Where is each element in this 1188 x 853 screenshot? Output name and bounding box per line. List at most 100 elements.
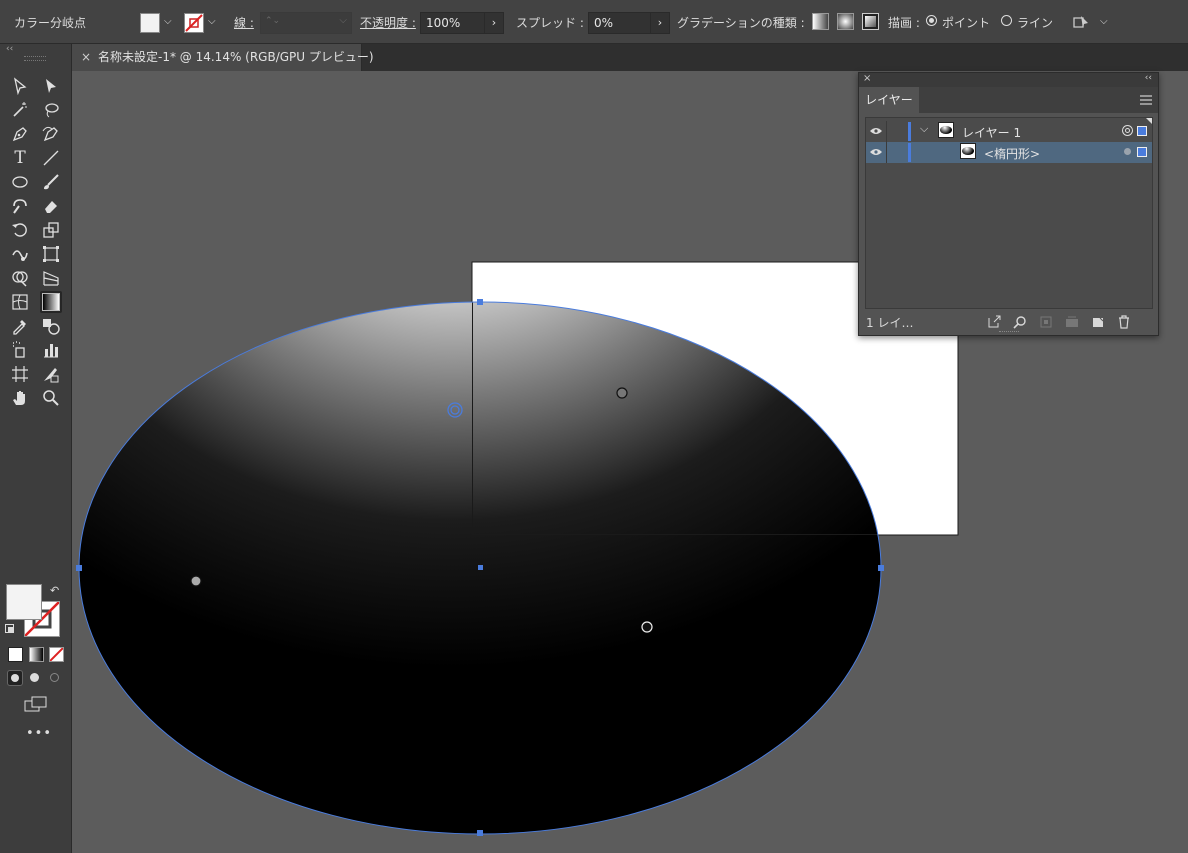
gradient-point[interactable] — [641, 621, 653, 633]
gradient-point[interactable] — [190, 575, 202, 587]
visibility-eye-icon[interactable] — [870, 148, 882, 156]
eraser-icon[interactable] — [40, 195, 62, 217]
collapse-tools-icon[interactable]: ‹‹ — [6, 44, 13, 54]
column-graph-icon[interactable] — [40, 339, 62, 361]
perspective-icon[interactable] — [40, 267, 62, 289]
slice-icon[interactable] — [40, 363, 62, 385]
blend-icon[interactable] — [40, 315, 62, 337]
line-option-label[interactable]: ライン — [1017, 14, 1053, 31]
hand-icon[interactable] — [9, 387, 31, 409]
freeform-gradient-button[interactable] — [862, 13, 879, 30]
panel-options-dropdown-icon[interactable]: ⌵ — [1100, 16, 1108, 27]
gradient-icon[interactable] — [40, 291, 62, 313]
pen-icon[interactable] — [9, 123, 31, 145]
none-stroke-icon — [185, 14, 203, 32]
panel-header[interactable]: × ‹‹ — [859, 73, 1158, 87]
panel-options-icon[interactable] — [1072, 13, 1092, 31]
shaper-icon[interactable] — [9, 195, 31, 217]
magic-wand-icon[interactable] — [9, 99, 31, 121]
eyedropper-icon[interactable] — [9, 315, 31, 337]
lasso-icon[interactable] — [40, 99, 62, 121]
anchor-top[interactable] — [477, 299, 483, 305]
tab-layers[interactable]: レイヤー — [859, 87, 919, 113]
anchor-bottom[interactable] — [477, 830, 483, 836]
stroke-dropdown-icon[interactable]: ⌵ — [208, 16, 216, 27]
control-bar: カラー分岐点 ⌵ ⌵ 線 : ⌃⌄ ⌵ 不透明度 : 100% › スプレッド … — [0, 0, 1188, 44]
color-mode-button[interactable] — [8, 647, 23, 662]
draw-behind-icon[interactable] — [28, 671, 42, 685]
panel-menu-icon[interactable] — [1140, 95, 1152, 105]
panel-resize-grip[interactable] — [999, 331, 1019, 334]
new-layer-icon[interactable] — [1091, 315, 1105, 329]
opacity-label[interactable]: 不透明度 : — [360, 14, 416, 31]
selected-art-indicator[interactable] — [1137, 147, 1147, 157]
direct-selection-icon[interactable] — [40, 75, 62, 97]
document-tab[interactable]: × 名称未設定-1* @ 14.14% (RGB/GPU プレビュー) — [72, 44, 374, 71]
free-transform-icon[interactable] — [40, 243, 62, 265]
point-radio[interactable] — [926, 15, 937, 26]
type-icon[interactable]: T — [9, 147, 31, 169]
ellipse-icon[interactable] — [9, 171, 31, 193]
selection-icon[interactable] — [9, 75, 31, 97]
anchor-left[interactable] — [76, 565, 82, 571]
edit-toolbar-icon[interactable]: ••• — [26, 726, 52, 741]
draw-normal-icon[interactable] — [7, 670, 23, 686]
warp-icon[interactable] — [9, 243, 31, 265]
opacity-value: 100% — [426, 16, 461, 30]
gradient-point[interactable] — [616, 387, 628, 399]
curvature-icon[interactable] — [40, 123, 62, 145]
radial-gradient-button[interactable] — [837, 13, 854, 30]
opacity-arrow-icon[interactable]: › — [484, 13, 503, 33]
draw-inside-icon[interactable] — [48, 671, 62, 685]
layers-list: ⌵ レイヤー 1 <楕円形> — [865, 117, 1153, 309]
artboard-icon[interactable] — [9, 363, 31, 385]
fill-color-box[interactable] — [6, 584, 42, 620]
delete-layer-icon[interactable] — [1117, 315, 1131, 329]
collapse-panel-icon[interactable]: ‹‹ — [1145, 73, 1152, 83]
close-tab-icon[interactable]: × — [81, 44, 91, 71]
stroke-swatch[interactable] — [184, 13, 204, 33]
locate-object-icon[interactable] — [1013, 315, 1027, 329]
linear-gradient-button[interactable] — [812, 13, 829, 30]
zoom-icon[interactable] — [40, 387, 62, 409]
symbol-sprayer-icon[interactable] — [9, 339, 31, 361]
opacity-field[interactable]: 100% › — [420, 12, 504, 34]
target-icon[interactable] — [1122, 125, 1133, 136]
gradient-mode-button[interactable] — [29, 647, 44, 662]
export-icon[interactable] — [987, 315, 1001, 329]
close-panel-icon[interactable]: × — [863, 73, 871, 84]
stroke-weight-field[interactable]: ⌃⌄ ⌵ — [260, 12, 352, 34]
point-option-label[interactable]: ポイント — [942, 14, 990, 31]
spread-label: スプレッド : — [516, 16, 584, 30]
target-dot-icon[interactable] — [1124, 148, 1131, 155]
swap-fill-stroke-icon[interactable]: ↶ — [50, 584, 59, 597]
fill-swatch[interactable] — [140, 13, 160, 33]
line-icon[interactable] — [40, 147, 62, 169]
none-mode-button[interactable] — [49, 647, 64, 662]
mesh-icon[interactable] — [9, 291, 31, 313]
document-tab-bar: × 名称未設定-1* @ 14.14% (RGB/GPU プレビュー) — [72, 44, 1188, 71]
scale-icon[interactable] — [40, 219, 62, 241]
screen-mode-icon[interactable] — [24, 696, 48, 712]
sublayer-row[interactable]: <楕円形> — [866, 142, 1152, 163]
spread-value: 0% — [594, 16, 614, 30]
fill-dropdown-icon[interactable]: ⌵ — [164, 16, 172, 27]
line-radio[interactable] — [1001, 15, 1012, 26]
default-colors-icon[interactable] — [5, 624, 14, 633]
anchor-right[interactable] — [878, 565, 884, 571]
visibility-eye-icon[interactable] — [870, 127, 882, 135]
rotate-icon[interactable] — [9, 219, 31, 241]
selected-art-indicator[interactable] — [1137, 126, 1147, 136]
paintbrush-icon[interactable] — [40, 171, 62, 193]
make-clipping-mask-icon[interactable] — [1039, 315, 1053, 329]
layer-name[interactable]: レイヤー 1 — [962, 124, 1021, 141]
tools-grip[interactable] — [24, 56, 46, 61]
stroke-label[interactable]: 線 : — [234, 14, 254, 31]
spread-field[interactable]: 0% › — [588, 12, 670, 34]
sublayer-name[interactable]: <楕円形> — [984, 145, 1040, 162]
spread-arrow-icon[interactable]: › — [650, 13, 669, 33]
expand-layer-icon[interactable]: ⌵ — [920, 122, 928, 136]
create-sublayer-icon[interactable] — [1065, 315, 1079, 329]
shape-builder-icon[interactable] — [9, 267, 31, 289]
layer-row[interactable]: ⌵ レイヤー 1 — [866, 118, 1152, 142]
